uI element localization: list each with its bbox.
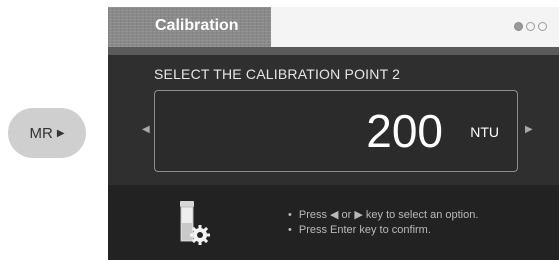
calibration-unit: NTU xyxy=(470,124,499,140)
left-arrow-icon[interactable]: ◀ xyxy=(142,124,150,135)
instruction-item: Press ◀ or ▶ key to select an option. xyxy=(288,208,479,223)
page-dot-icon xyxy=(514,22,523,31)
instruction-item: Press Enter key to confirm. xyxy=(288,223,478,238)
window-title: Calibration xyxy=(155,17,239,34)
header-strip xyxy=(108,47,559,55)
page-dot-icon xyxy=(538,22,547,31)
play-arrow-icon: ▶ xyxy=(56,127,65,139)
page-indicator-dots xyxy=(514,22,547,31)
title-bar: Calibration xyxy=(108,7,559,47)
calibration-screen: Calibration SELECT THE CALIBRATION POINT… xyxy=(108,7,559,260)
mr-button[interactable]: MR ▶ xyxy=(8,108,86,158)
page-dot-icon xyxy=(526,22,535,31)
instructions-list: Press ◀ or ▶ key to select an option. Pr… xyxy=(288,208,479,238)
right-arrow-icon[interactable]: ▶ xyxy=(525,124,533,135)
calibration-value: 200 xyxy=(366,105,443,157)
calibration-prompt: SELECT THE CALIBRATION POINT 2 xyxy=(154,66,401,82)
mr-button-label: MR xyxy=(29,124,53,142)
vial-gear-icon xyxy=(180,201,210,245)
calibration-value-box[interactable]: 200 NTU xyxy=(154,90,518,172)
